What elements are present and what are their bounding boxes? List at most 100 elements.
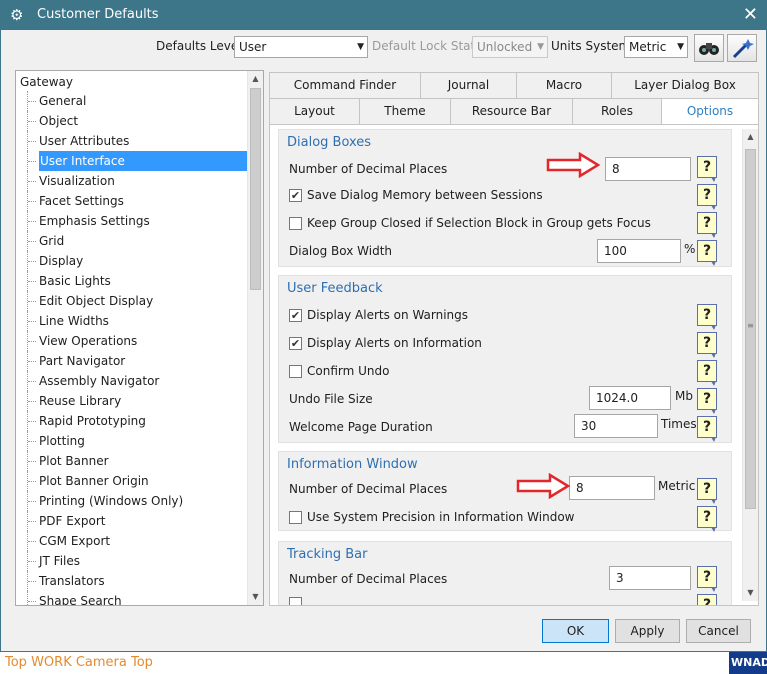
info-decimal-places-field[interactable]: 8: [569, 476, 655, 500]
tree-item-label: Part Navigator: [39, 354, 126, 368]
scroll-down-icon[interactable]: ▼: [248, 589, 263, 605]
tab-resource-bar[interactable]: Resource Bar: [450, 98, 573, 124]
tree-list: General Object User Attributes User Interfa…: [16, 91, 247, 606]
tree-item-label: Basic Lights: [39, 274, 111, 288]
tree-item-pdf-export[interactable]: PDF Export: [16, 511, 247, 531]
tab-macro[interactable]: Macro: [516, 72, 612, 98]
welcome-duration-field[interactable]: 30: [574, 414, 658, 438]
tree-item-view-operations[interactable]: View Operations: [16, 331, 247, 351]
alerts-info-checkbox[interactable]: ✔: [289, 337, 302, 350]
help-icon[interactable]: ?: [697, 156, 717, 178]
annotation-arrow-icon: [546, 152, 601, 178]
scroll-thumb[interactable]: [250, 88, 261, 290]
tab-layer-dialog-box[interactable]: Layer Dialog Box: [611, 72, 759, 98]
scroll-down-icon[interactable]: ▼: [743, 585, 758, 601]
help-icon[interactable]: ?: [697, 304, 717, 326]
options-scrollbar[interactable]: ▲ ≡ ▼: [742, 129, 758, 601]
tree-item-jt-files[interactable]: JT Files: [16, 551, 247, 571]
scroll-up-icon[interactable]: ▲: [743, 129, 758, 145]
tree-item-visualization[interactable]: Visualization: [16, 171, 247, 191]
tree-item-cgm-export[interactable]: CGM Export: [16, 531, 247, 551]
help-icon[interactable]: ?: [697, 506, 717, 528]
help-icon[interactable]: ?: [697, 332, 717, 354]
tab-layout[interactable]: Layout: [269, 98, 360, 124]
tree-root-gateway[interactable]: Gateway: [20, 73, 73, 91]
help-icon[interactable]: ?: [697, 388, 717, 410]
tab-roles[interactable]: Roles: [572, 98, 662, 124]
help-icon[interactable]: ?: [697, 416, 717, 438]
tree-item-label: Plot Banner Origin: [39, 474, 149, 488]
tree-item-translators[interactable]: Translators: [16, 571, 247, 591]
help-icon[interactable]: ?: [697, 360, 717, 382]
tab-theme[interactable]: Theme: [359, 98, 451, 124]
system-precision-checkbox[interactable]: [289, 511, 302, 524]
defaults-level-label: Defaults Level: [156, 39, 242, 53]
tree-item-plot-banner-origin[interactable]: Plot Banner Origin: [16, 471, 247, 491]
tree-item-object[interactable]: Object: [16, 111, 247, 131]
help-icon[interactable]: ?: [697, 594, 717, 605]
help-icon[interactable]: ?: [697, 212, 717, 234]
confirm-undo-label: Confirm Undo: [307, 364, 390, 378]
tree-item-shape-search[interactable]: Shape Search: [16, 591, 247, 606]
tree-item-label: CGM Export: [39, 534, 111, 548]
close-icon[interactable]: ✕: [743, 4, 758, 26]
tree-item-part-navigator[interactable]: Part Navigator: [16, 351, 247, 371]
category-tree: Gateway General Object User Attributes User…: [15, 70, 264, 606]
help-icon[interactable]: ?: [697, 566, 717, 588]
tracking-option-checkbox[interactable]: [289, 597, 302, 605]
tree-item-rapid-prototyping[interactable]: Rapid Prototyping: [16, 411, 247, 431]
defaults-level-select[interactable]: User ▼: [234, 36, 368, 58]
tab-row-2: Layout Theme Resource Bar Roles Options: [269, 98, 759, 125]
undo-size-field[interactable]: 1024.0: [589, 386, 671, 410]
dialog-width-field[interactable]: 100: [597, 239, 681, 263]
cancel-button[interactable]: Cancel: [686, 619, 751, 643]
tree-item-display[interactable]: Display: [16, 251, 247, 271]
tree-item-facet-settings[interactable]: Facet Settings: [16, 191, 247, 211]
tree-item-user-attributes[interactable]: User Attributes: [16, 131, 247, 151]
tree-item-general[interactable]: General: [16, 91, 247, 111]
tree-item-label: View Operations: [39, 334, 138, 348]
lock-state-select: Unlocked ▼: [472, 36, 548, 58]
undo-size-unit: Mb: [675, 389, 693, 403]
wizard-button[interactable]: [727, 34, 757, 62]
tab-options[interactable]: Options: [661, 98, 759, 125]
tree-item-label: Rapid Prototyping: [39, 414, 146, 428]
find-default-button[interactable]: [694, 34, 724, 62]
tab-journal[interactable]: Journal: [420, 72, 517, 98]
help-icon[interactable]: ?: [697, 184, 717, 206]
tracking-decimal-places-field[interactable]: 3: [609, 566, 691, 590]
tree-scrollbar[interactable]: ▲ ▼: [247, 71, 263, 605]
tree-item-plotting[interactable]: Plotting: [16, 431, 247, 451]
tree-item-edit-object-display[interactable]: Edit Object Display: [16, 291, 247, 311]
help-icon[interactable]: ?: [697, 240, 717, 262]
tree-item-line-widths[interactable]: Line Widths: [16, 311, 247, 331]
tree-item-label: Shape Search: [39, 594, 122, 606]
tree-item-printing-windows-only[interactable]: Printing (Windows Only): [16, 491, 247, 511]
apply-button[interactable]: Apply: [615, 619, 680, 643]
scroll-up-icon[interactable]: ▲: [248, 71, 263, 87]
tree-item-label: Plotting: [39, 434, 85, 448]
group-user-feedback: User Feedback ✔ Display Alerts on Warnin…: [278, 275, 732, 443]
units-system-select[interactable]: Metric ▼: [624, 36, 688, 58]
tab-command-finder[interactable]: Command Finder: [269, 72, 421, 98]
tree-item-label: Plot Banner: [39, 454, 109, 468]
tree-item-user-interface[interactable]: User Interface: [16, 151, 247, 171]
alerts-warnings-checkbox[interactable]: ✔: [289, 309, 302, 322]
tree-item-plot-banner[interactable]: Plot Banner: [16, 451, 247, 471]
help-icon[interactable]: ?: [697, 478, 717, 500]
window-title: Customer Defaults: [37, 7, 159, 22]
info-decimal-places-label: Number of Decimal Places: [289, 482, 448, 496]
confirm-undo-checkbox[interactable]: [289, 365, 302, 378]
units-system-label: Units System: [551, 39, 631, 53]
group-tracking-bar: Tracking Bar Number of Decimal Places 3 …: [278, 541, 732, 605]
tree-item-assembly-navigator[interactable]: Assembly Navigator: [16, 371, 247, 391]
keep-group-closed-checkbox[interactable]: [289, 217, 302, 230]
defaults-level-value: User: [239, 40, 267, 54]
save-dialog-memory-checkbox[interactable]: ✔: [289, 189, 302, 202]
tree-item-grid[interactable]: Grid: [16, 231, 247, 251]
tree-item-basic-lights[interactable]: Basic Lights: [16, 271, 247, 291]
dialog-decimal-places-field[interactable]: 8: [605, 157, 691, 181]
tree-item-reuse-library[interactable]: Reuse Library: [16, 391, 247, 411]
tree-item-emphasis-settings[interactable]: Emphasis Settings: [16, 211, 247, 231]
ok-button[interactable]: OK: [542, 619, 609, 643]
